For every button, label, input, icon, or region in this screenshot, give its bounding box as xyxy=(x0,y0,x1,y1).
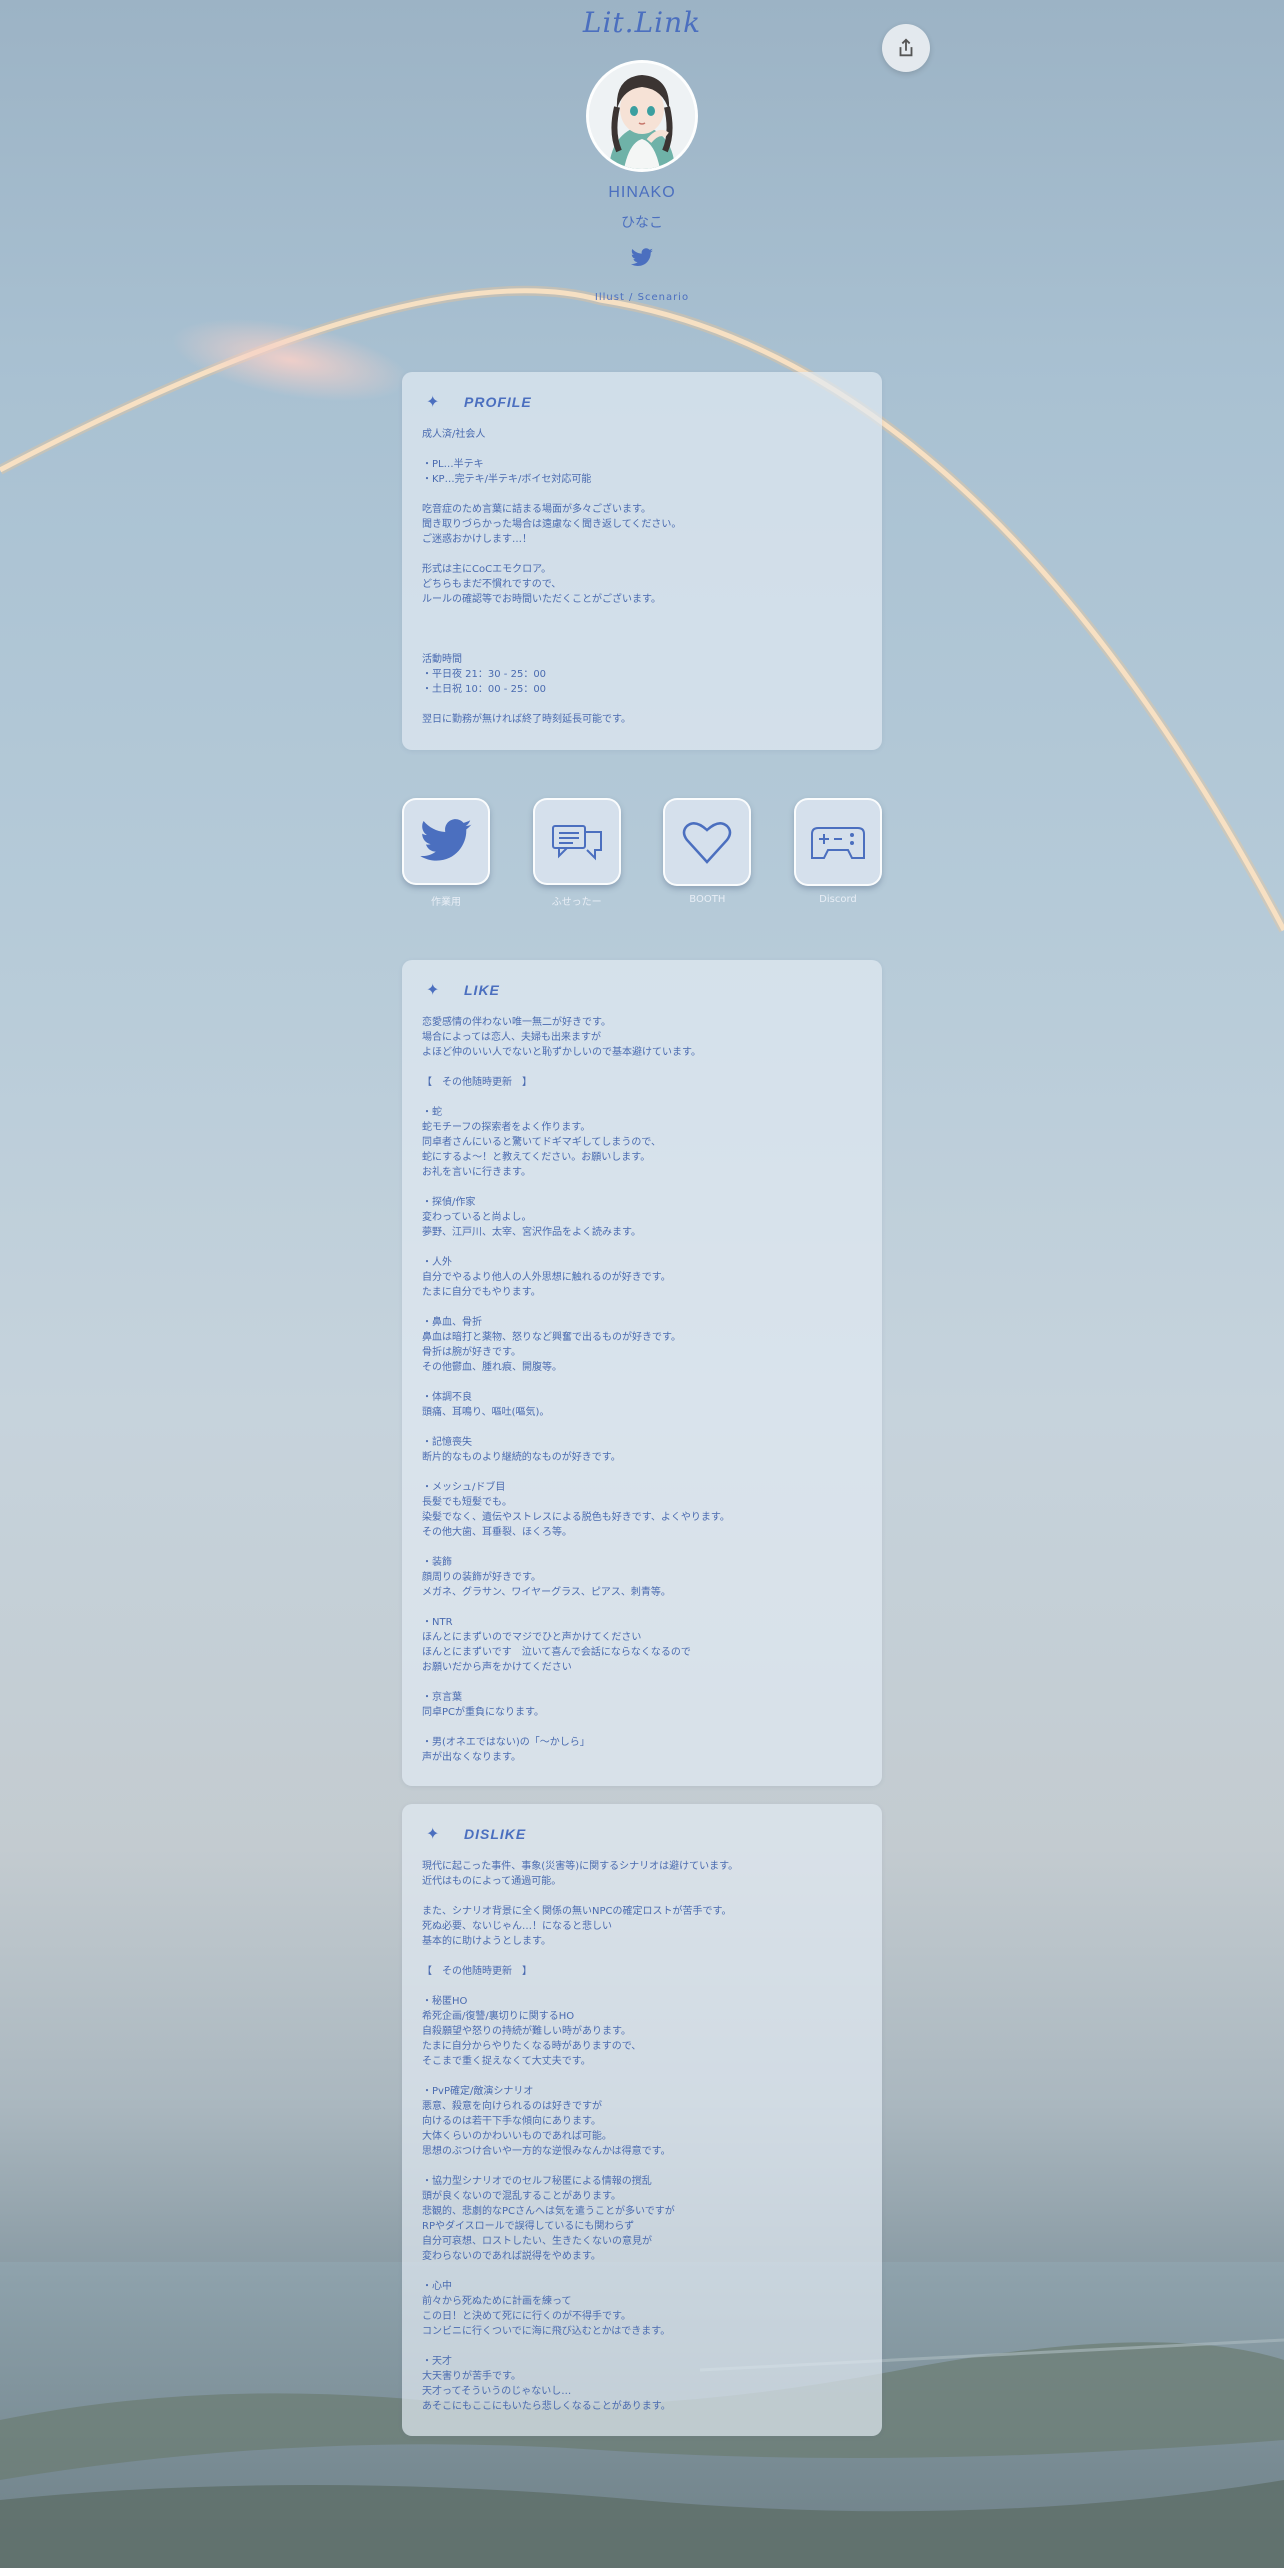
heart-icon xyxy=(683,822,732,864)
link-work-twitter[interactable]: 作業用 xyxy=(402,798,490,908)
like-card: ✦ LIKE 恋愛感情の伴わない唯一無二が好きです。 場合によっては恋人、夫婦も… xyxy=(402,960,882,1786)
dislike-card-body: 現代に起こった事件、事象(災害等)に関するシナリオは避けています。 近代はものに… xyxy=(422,1861,739,2412)
link-work-twitter-button[interactable] xyxy=(402,798,490,885)
chat-bubbles-icon xyxy=(551,824,602,860)
link-label: 作業用 xyxy=(431,897,461,908)
like-card-title: LIKE xyxy=(464,981,500,998)
link-discord-button[interactable] xyxy=(793,798,882,886)
site-logo[interactable]: Lit.Link xyxy=(0,6,1284,39)
profile-card-header: ✦ PROFILE xyxy=(422,392,862,411)
share-button[interactable] xyxy=(882,24,930,72)
profile-name-kana: ひなこ xyxy=(621,215,663,231)
sparkle-icon: ✦ xyxy=(426,1824,440,1843)
profile-card-body: 成人済/社会人 ・PL…半テキ ・KP…完テキ/半テキ/ボイセ対応可能 吃音症の… xyxy=(422,429,682,725)
avatar xyxy=(586,60,698,172)
dislike-card: ✦ DISLIKE 現代に起こった事件、事象(災害等)に関するシナリオは避けてい… xyxy=(402,1804,882,2436)
link-label: ふせったー xyxy=(551,897,602,908)
link-booth-button[interactable] xyxy=(663,798,752,886)
avatar-illustration xyxy=(589,63,695,169)
dislike-card-header: ✦ DISLIKE xyxy=(422,1824,862,1843)
link-label: BOOTH xyxy=(689,894,726,905)
profile-card-title: PROFILE xyxy=(464,393,532,410)
profile-name: HINAKO xyxy=(608,184,676,201)
gamepad-icon xyxy=(810,827,865,859)
sparkle-icon: ✦ xyxy=(426,980,440,999)
link-fusetter[interactable]: ふせったー xyxy=(532,798,621,908)
like-card-header: ✦ LIKE xyxy=(422,980,862,999)
profile-card: ✦ PROFILE 成人済/社会人 ・PL…半テキ ・KP…完テキ/半テキ/ボイ… xyxy=(402,372,882,750)
like-card-body: 恋愛感情の伴わない唯一無二が好きです。 場合によっては恋人、夫婦も出来ますが よ… xyxy=(422,1017,730,1763)
share-icon xyxy=(899,38,913,57)
twitter-icon[interactable] xyxy=(630,248,654,268)
link-booth[interactable]: BOOTH xyxy=(663,798,752,908)
sparkle-icon: ✦ xyxy=(426,392,440,411)
link-discord[interactable]: Discord xyxy=(793,798,882,908)
twitter-icon xyxy=(420,818,472,861)
dislike-card-title: DISLIKE xyxy=(464,1825,527,1842)
profile-tagline: Illust / Scenario xyxy=(594,292,690,303)
link-label: Discord xyxy=(819,894,857,905)
link-fusetter-button[interactable] xyxy=(532,798,621,885)
link-buttons-row: 作業用 ふせったー BOOTH Discord xyxy=(402,798,882,908)
